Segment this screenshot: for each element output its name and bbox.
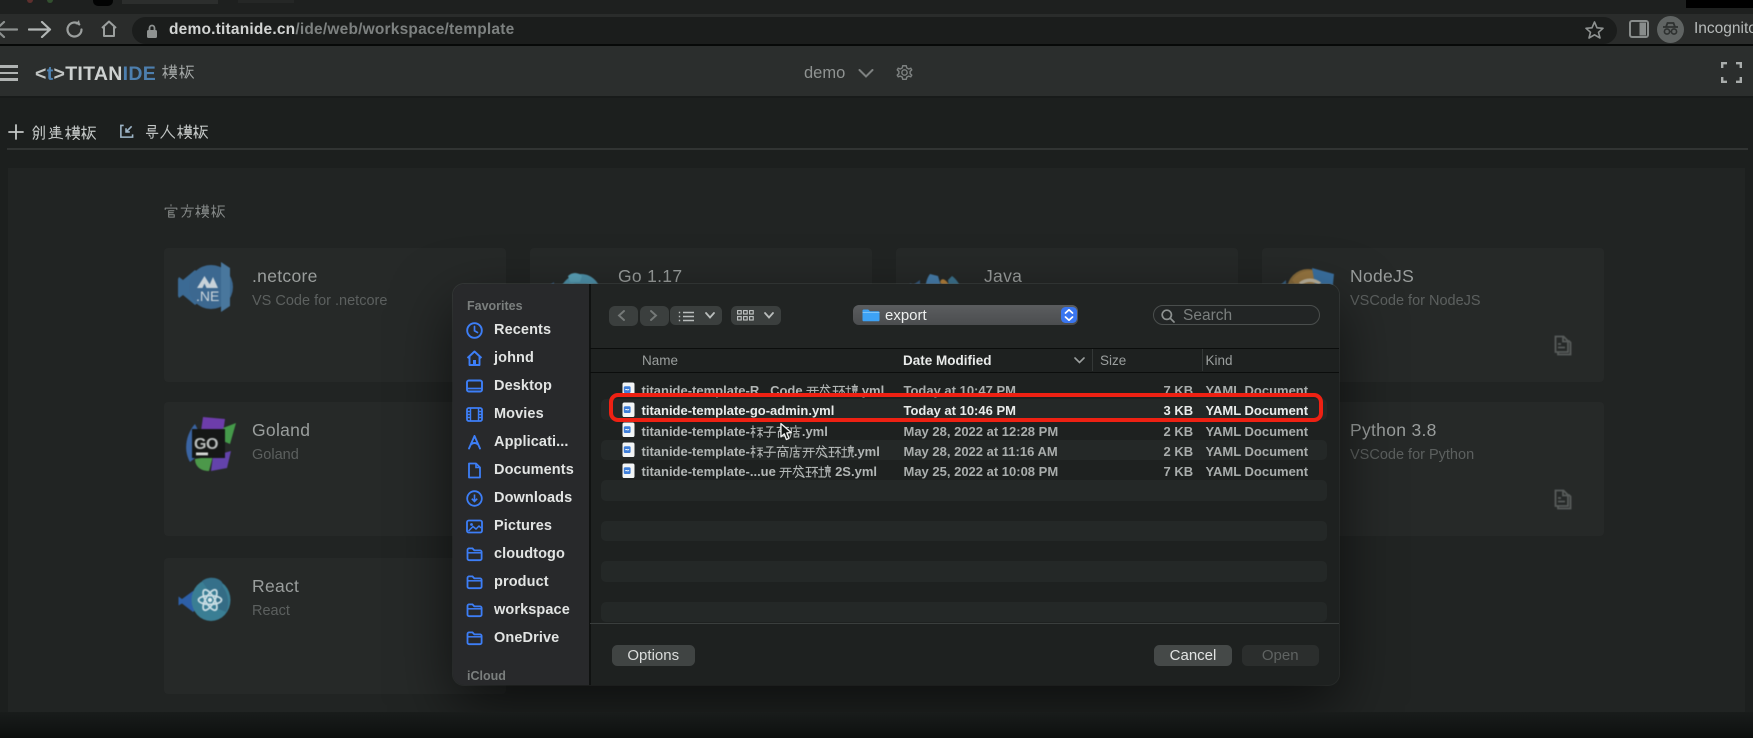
svg-text:.NE: .NE	[196, 288, 219, 304]
svg-text:GO: GO	[194, 436, 218, 453]
